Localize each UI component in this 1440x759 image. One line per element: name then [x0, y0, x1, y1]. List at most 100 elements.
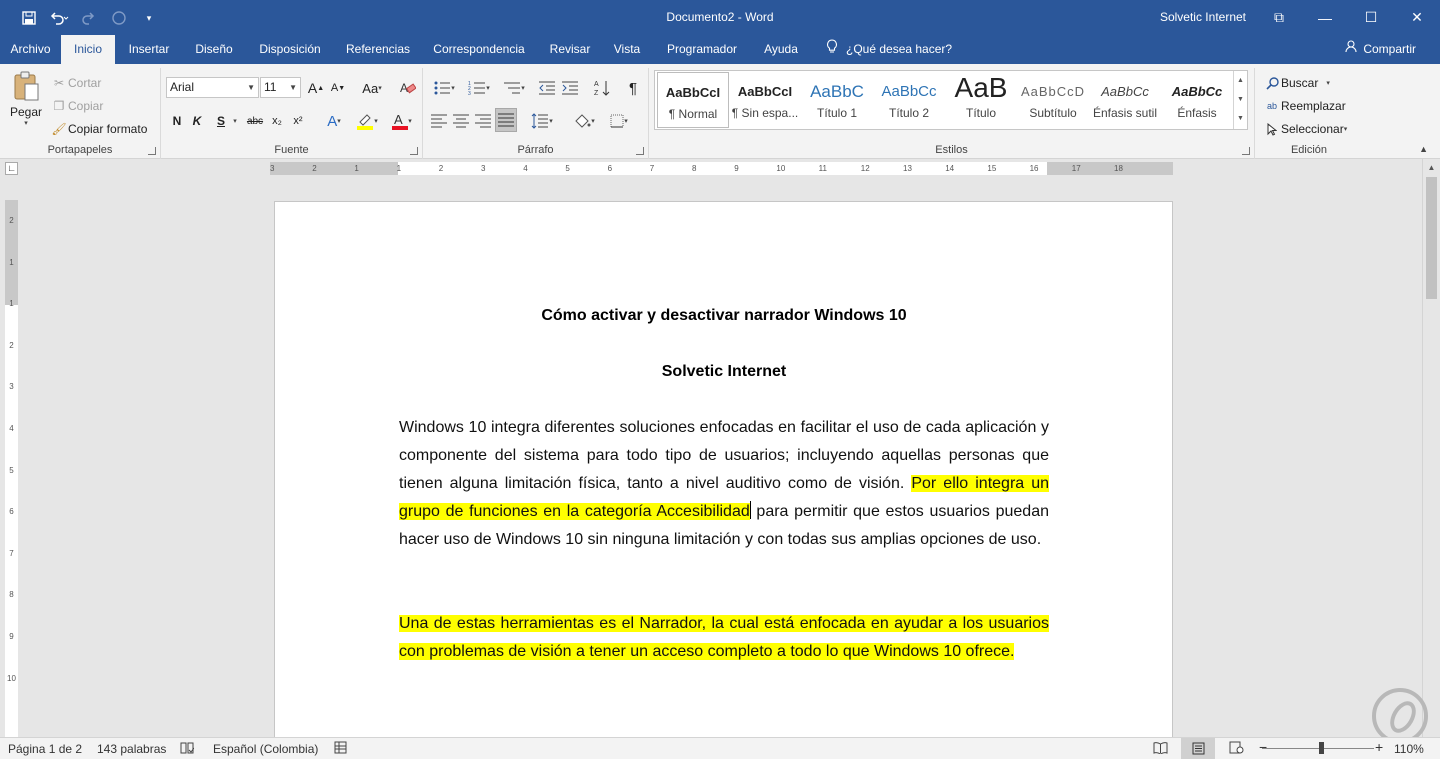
style-subtitulo[interactable]: AaBbCcD Subtítulo: [1017, 72, 1089, 128]
zoom-slider[interactable]: [1262, 748, 1374, 749]
word-count[interactable]: 143 palabras: [97, 741, 166, 757]
justify-button[interactable]: [495, 108, 517, 132]
vertical-ruler[interactable]: 2 1 1 2 3 4 5 6 7 8 9 10: [5, 200, 18, 740]
bold-button[interactable]: N: [167, 110, 187, 132]
paragraph-launcher-icon[interactable]: [636, 147, 644, 155]
tab-diseno[interactable]: Diseño: [185, 35, 243, 64]
read-mode-icon[interactable]: [1153, 741, 1168, 758]
align-left-button[interactable]: [429, 110, 449, 132]
tab-ayuda[interactable]: Ayuda: [756, 35, 806, 64]
line-spacing-button[interactable]: ▾: [526, 110, 558, 132]
font-launcher-icon[interactable]: [410, 147, 418, 155]
highlight-button[interactable]: ▾: [351, 110, 383, 132]
select-button[interactable]: Seleccionar ▾: [1263, 120, 1347, 138]
italic-button[interactable]: K: [187, 110, 207, 132]
subscript-button[interactable]: x₂: [267, 110, 287, 132]
underline-button[interactable]: S: [211, 110, 231, 132]
style-titulo-1[interactable]: AaBbC Título 1: [801, 72, 873, 128]
font-size-dropdown[interactable]: 11 ▼: [260, 77, 301, 98]
style-titulo-2[interactable]: AaBbCc Título 2: [873, 72, 945, 128]
style-titulo[interactable]: AaB Título: [945, 72, 1017, 128]
copy-button[interactable]: ❐ Copiar: [50, 97, 104, 115]
maximize-button[interactable]: ☐: [1348, 0, 1394, 35]
vertical-scrollbar[interactable]: ▲: [1422, 159, 1440, 737]
gallery-up-icon[interactable]: ▲: [1234, 71, 1247, 90]
ribbon-display-options-icon[interactable]: ⧉: [1256, 0, 1302, 35]
change-case-button[interactable]: Aa ▾: [357, 77, 387, 99]
style-enfasis[interactable]: AaBbCc Énfasis: [1161, 72, 1233, 128]
numbering-button[interactable]: 1 2 3 ▾: [463, 77, 495, 99]
close-button[interactable]: ✕: [1394, 0, 1440, 35]
show-formatting-marks-button[interactable]: ¶: [623, 77, 643, 99]
shading-button[interactable]: ▾: [568, 110, 600, 132]
ruler-tick-label: 10: [7, 673, 16, 683]
page-count[interactable]: Página 1 de 2: [8, 741, 82, 757]
decrease-indent-button[interactable]: [537, 77, 557, 99]
paste-button[interactable]: Pegar ▾: [6, 70, 46, 136]
tab-disposicion[interactable]: Disposición: [250, 35, 330, 64]
tab-insertar[interactable]: Insertar: [118, 35, 180, 64]
multilevel-list-button[interactable]: ▾: [498, 77, 530, 99]
tab-selector-icon[interactable]: ∟: [5, 162, 18, 175]
style-enfasis-sutil[interactable]: AaBbCc Énfasis sutil: [1089, 72, 1161, 128]
tab-vista[interactable]: Vista: [606, 35, 648, 64]
solvetic-logo: [1372, 688, 1428, 744]
print-layout-icon[interactable]: [1181, 738, 1215, 759]
find-button[interactable]: Buscar ▾: [1263, 74, 1330, 92]
tab-archivo[interactable]: Archivo: [0, 35, 61, 64]
document-page[interactable]: Cómo activar y desactivar narrador Windo…: [274, 201, 1173, 759]
borders-button[interactable]: ▾: [603, 110, 635, 132]
clipboard-launcher-icon[interactable]: [148, 147, 156, 155]
paste-dropdown-icon[interactable]: ▾: [6, 119, 46, 127]
tab-programador[interactable]: Programador: [658, 35, 746, 64]
strikethrough-button[interactable]: abc: [244, 110, 266, 132]
style-sample: AaBbCc: [881, 83, 937, 100]
format-painter-button[interactable]: 🖌 Copiar formato: [50, 120, 147, 138]
tab-referencias[interactable]: Referencias: [338, 35, 418, 64]
macro-recording-icon[interactable]: [334, 741, 347, 758]
style-sin-espaciado[interactable]: AaBbCcI ¶ Sin espa...: [729, 72, 801, 128]
zoom-out-icon[interactable]: −: [1259, 739, 1267, 755]
zoom-level[interactable]: 110%: [1394, 741, 1424, 757]
align-center-button[interactable]: [451, 110, 471, 132]
font-color-button[interactable]: A ▾: [386, 110, 418, 132]
ruler-tick-label: 5: [9, 465, 14, 475]
cut-button[interactable]: ✂ Cortar: [50, 74, 101, 92]
web-layout-icon[interactable]: [1229, 741, 1244, 758]
collapse-ribbon-icon[interactable]: ▲: [1419, 144, 1428, 154]
zoom-slider-thumb[interactable]: [1319, 742, 1324, 754]
shrink-font-button[interactable]: A ▼: [328, 77, 348, 99]
user-name[interactable]: Solvetic Internet: [1160, 10, 1246, 24]
sort-button[interactable]: AZ: [592, 77, 612, 99]
gallery-more-icon[interactable]: ▼: [1234, 109, 1247, 128]
text-effects-button[interactable]: A ▾: [319, 110, 349, 132]
grow-font-button[interactable]: A ▲: [306, 77, 326, 99]
borders-icon: [610, 114, 624, 128]
align-right-button[interactable]: [473, 110, 493, 132]
replace-button[interactable]: ab Reemplazar: [1263, 97, 1346, 115]
horizontal-ruler[interactable]: 3 2 1 1 2 3 4 5 6 7 8 9 10 11 12 13 14 15 16 17 18: [270, 162, 1173, 175]
font-group-label: Fuente: [274, 144, 309, 156]
increase-indent-button[interactable]: [560, 77, 580, 99]
style-normal[interactable]: AaBbCcI ¶ Normal: [657, 72, 729, 128]
proofing-icon[interactable]: [180, 741, 195, 759]
tab-revisar[interactable]: Revisar: [542, 35, 598, 64]
tab-inicio[interactable]: Inicio: [61, 35, 115, 64]
ruler-tick-label: 9: [734, 164, 739, 173]
superscript-button[interactable]: x²: [288, 110, 308, 132]
tell-me-box[interactable]: ¿Qué desea hacer?: [826, 35, 952, 64]
minimize-button[interactable]: —: [1302, 0, 1348, 35]
font-name-dropdown[interactable]: Arial ▼: [166, 77, 259, 98]
clear-formatting-button[interactable]: A: [398, 77, 418, 99]
font-size-value: 11: [264, 80, 277, 94]
gallery-down-icon[interactable]: ▼: [1234, 90, 1247, 109]
styles-launcher-icon[interactable]: [1242, 147, 1250, 155]
scroll-up-icon[interactable]: ▲: [1423, 161, 1440, 175]
zoom-in-icon[interactable]: +: [1375, 739, 1383, 755]
underline-dropdown-icon[interactable]: ▾: [229, 110, 241, 132]
scrollbar-thumb[interactable]: [1426, 177, 1437, 299]
language[interactable]: Español (Colombia): [213, 741, 318, 757]
share-button[interactable]: Compartir: [1345, 35, 1416, 64]
bullets-button[interactable]: ▾: [428, 77, 460, 99]
tab-correspondencia[interactable]: Correspondencia: [426, 35, 532, 64]
